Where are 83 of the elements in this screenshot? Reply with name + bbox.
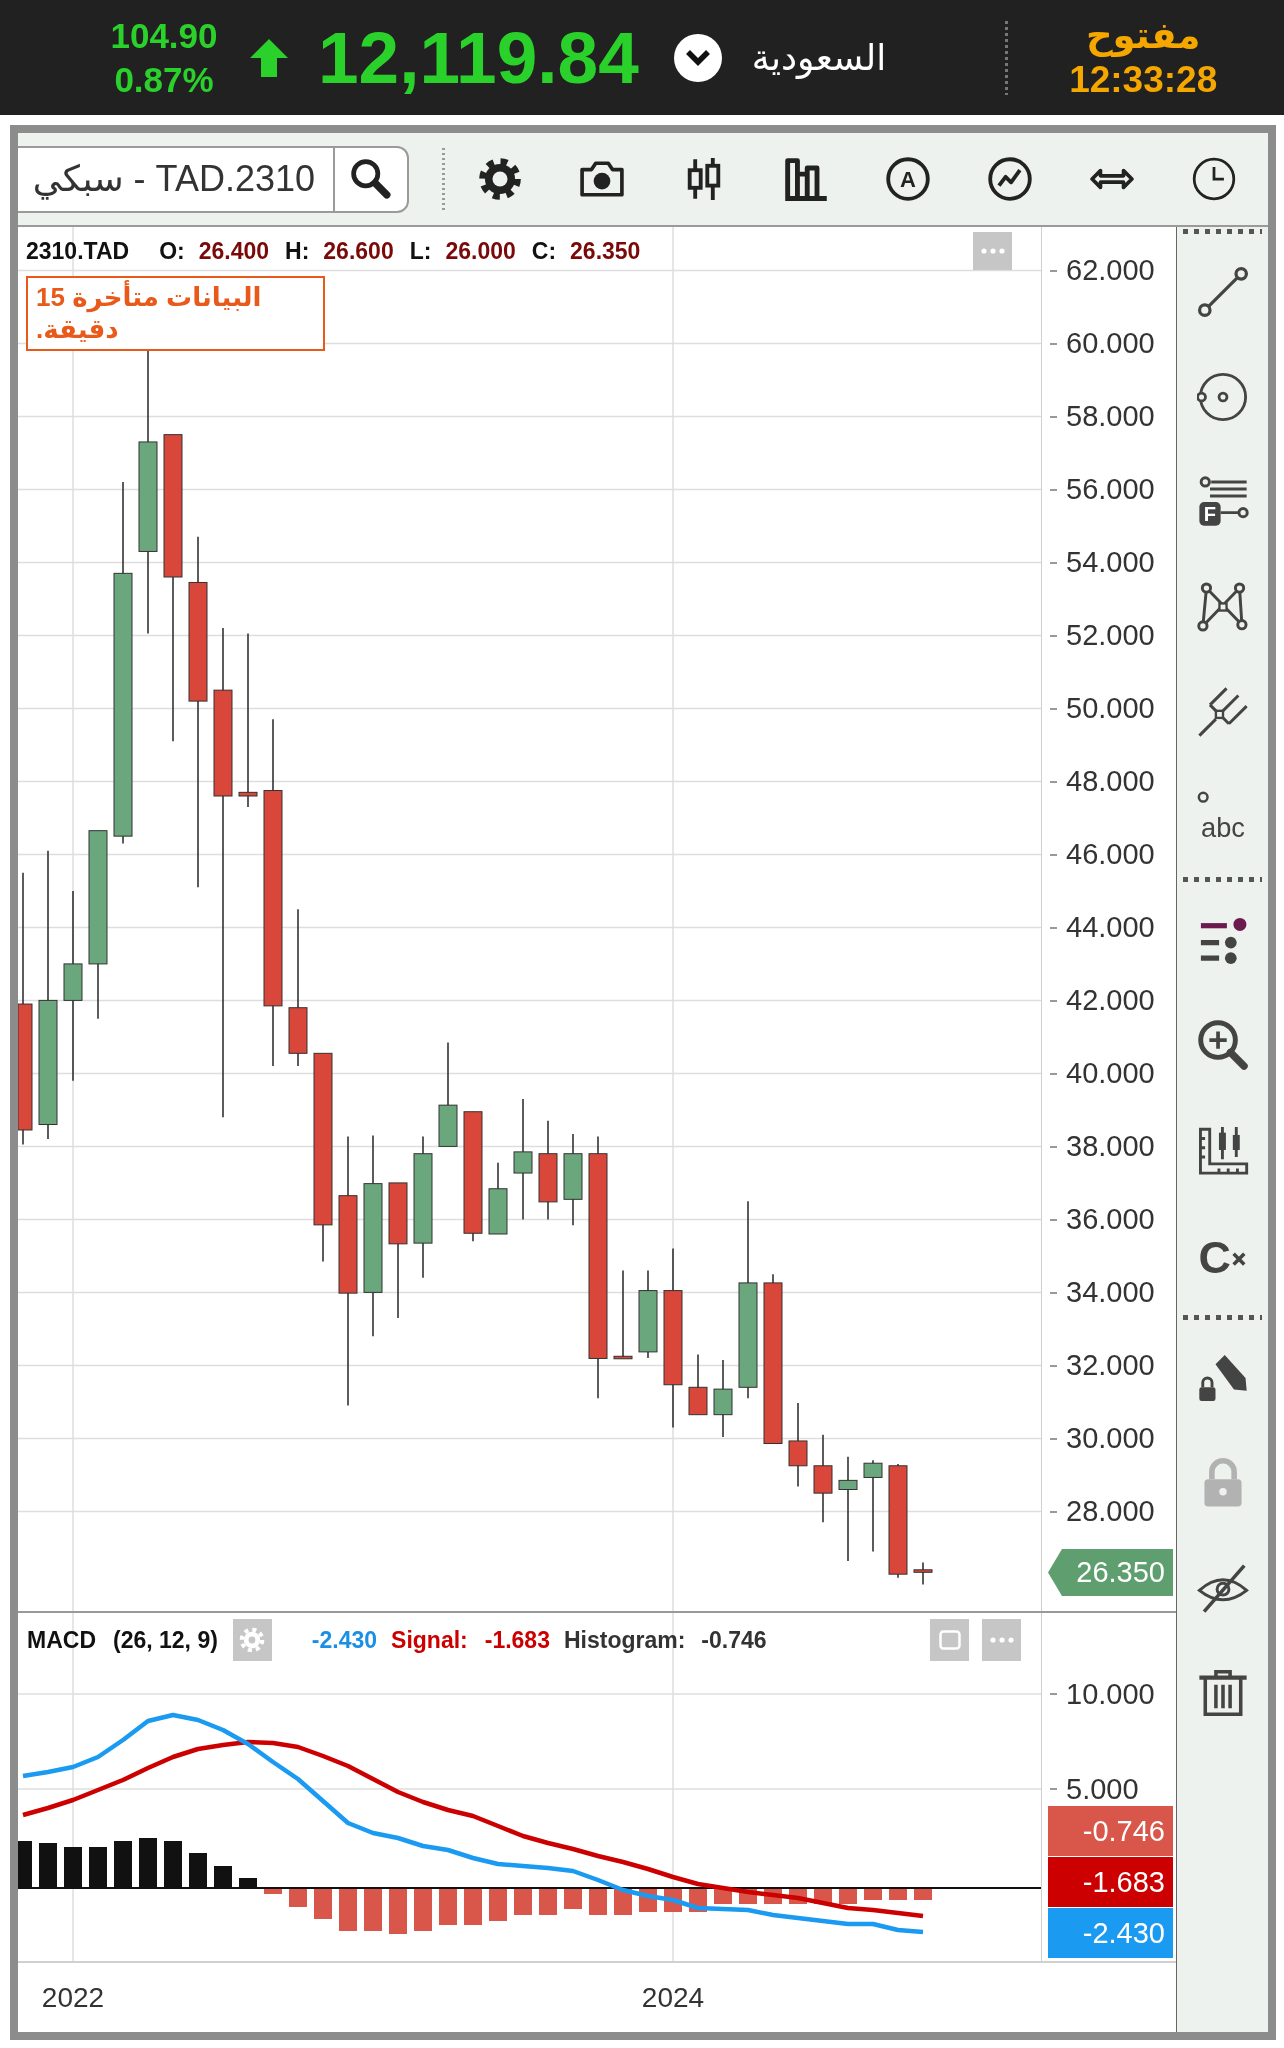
line-tool-icon[interactable] xyxy=(1196,265,1249,318)
indicator-title: MACD xyxy=(27,1626,96,1654)
ohlc-value: 26.600 xyxy=(323,237,394,265)
x-pattern-icon[interactable] xyxy=(1196,580,1249,633)
settings-icon[interactable] xyxy=(478,157,522,201)
ohlc-label: H: xyxy=(285,237,310,265)
histogram-value-tag: -0.746 xyxy=(1048,1806,1173,1856)
histogram-bar xyxy=(489,1888,507,1921)
price-label: 60.000 xyxy=(1066,327,1155,360)
symbol-label: 2310.TAD xyxy=(26,237,130,265)
price-label: 56.000 xyxy=(1066,473,1155,506)
search-button[interactable] xyxy=(333,145,409,213)
price-label: 32.000 xyxy=(1066,1349,1155,1382)
price-label: 50.000 xyxy=(1066,692,1155,725)
histogram-bar xyxy=(339,1888,357,1931)
price-label: 48.000 xyxy=(1066,765,1155,798)
window-icon xyxy=(938,1630,961,1650)
price-label: 62.000 xyxy=(1066,254,1155,287)
price-label: 28.000 xyxy=(1066,1495,1155,1528)
price-label: 34.000 xyxy=(1066,1276,1155,1309)
index-value: 12,119.84 xyxy=(318,17,639,98)
indicator-axis-label: 5.000 xyxy=(1066,1772,1139,1806)
price-label: 58.000 xyxy=(1066,400,1155,433)
candlestick xyxy=(688,1353,708,1416)
histogram-bar xyxy=(539,1888,557,1915)
price-label: 46.000 xyxy=(1066,838,1155,871)
wave-circle-icon[interactable] xyxy=(988,157,1032,201)
price-label: 44.000 xyxy=(1066,911,1155,944)
symbol-field[interactable]: سبكي - TAD.2310 xyxy=(18,145,333,213)
candlestick xyxy=(913,1561,933,1586)
price-label: 40.000 xyxy=(1066,1057,1155,1090)
histogram-bar xyxy=(314,1888,332,1919)
pitchfork-icon[interactable] xyxy=(1196,685,1249,738)
price-label: 52.000 xyxy=(1066,619,1155,652)
histogram-bar xyxy=(389,1888,407,1934)
last-price-tag: 26.350 xyxy=(1048,1549,1173,1596)
chevron-down-icon xyxy=(684,48,711,67)
histogram-value: -0.746 xyxy=(701,1626,767,1654)
bar-chart-icon[interactable] xyxy=(784,157,828,201)
change-percent: 0.87% xyxy=(114,60,214,99)
dots-icon xyxy=(980,248,1005,254)
price-label: 42.000 xyxy=(1066,984,1155,1017)
signal-label: Signal: xyxy=(391,1626,468,1654)
dots-icon xyxy=(989,1637,1014,1643)
histogram-bar xyxy=(589,1888,607,1915)
price-label: 36.000 xyxy=(1066,1203,1155,1236)
histogram-bar xyxy=(439,1888,457,1925)
year-label: 2022 xyxy=(40,1981,106,2014)
price-label: 38.000 xyxy=(1066,1130,1155,1163)
histogram-bar xyxy=(464,1888,482,1925)
ohlc-value: 26.000 xyxy=(445,237,516,265)
double-arrow-icon[interactable] xyxy=(1090,168,1134,190)
ohlc-value: 26.350 xyxy=(570,237,641,265)
macd-value-tag: -2.430 xyxy=(1048,1908,1173,1958)
histogram-bar xyxy=(264,1888,282,1894)
settings-icon xyxy=(239,1627,266,1653)
circled-letter-icon[interactable]: A xyxy=(886,157,930,201)
price-label: 54.000 xyxy=(1066,546,1155,579)
delay-notice: البيانات متأخرة 15 دقيقة. xyxy=(26,276,325,351)
histogram-bar xyxy=(364,1888,382,1931)
circle-tool-icon[interactable] xyxy=(1196,370,1249,423)
search-icon xyxy=(351,159,391,199)
ohlc-label: C: xyxy=(531,237,557,265)
change-value: 104.90 xyxy=(110,16,218,55)
market-time: 12:33:28 xyxy=(1069,59,1218,101)
clock-icon[interactable] xyxy=(1192,157,1236,201)
ohlc-label: L: xyxy=(409,237,432,265)
signal-value: -1.683 xyxy=(484,1626,550,1654)
market-status: مفتوح xyxy=(1085,14,1201,57)
ohlc-value: 26.400 xyxy=(198,237,270,265)
zoom-in-icon[interactable] xyxy=(1196,1018,1249,1071)
price-label: 30.000 xyxy=(1066,1422,1155,1455)
signal-value-tag: -1.683 xyxy=(1048,1857,1173,1907)
indicator-params: (26, 12, 9) xyxy=(113,1626,218,1654)
histogram-bar xyxy=(414,1888,432,1931)
indicator-axis-label: 10.000 xyxy=(1066,1677,1155,1711)
year-label: 2024 xyxy=(640,1981,706,2014)
ohlc-label: O: xyxy=(159,237,185,265)
macd-value: -2.430 xyxy=(311,1626,378,1654)
histogram-bar xyxy=(564,1888,582,1909)
histogram-label: Histogram: xyxy=(563,1626,686,1654)
histogram-bar xyxy=(514,1888,532,1915)
market-name: السعودية xyxy=(751,36,887,79)
